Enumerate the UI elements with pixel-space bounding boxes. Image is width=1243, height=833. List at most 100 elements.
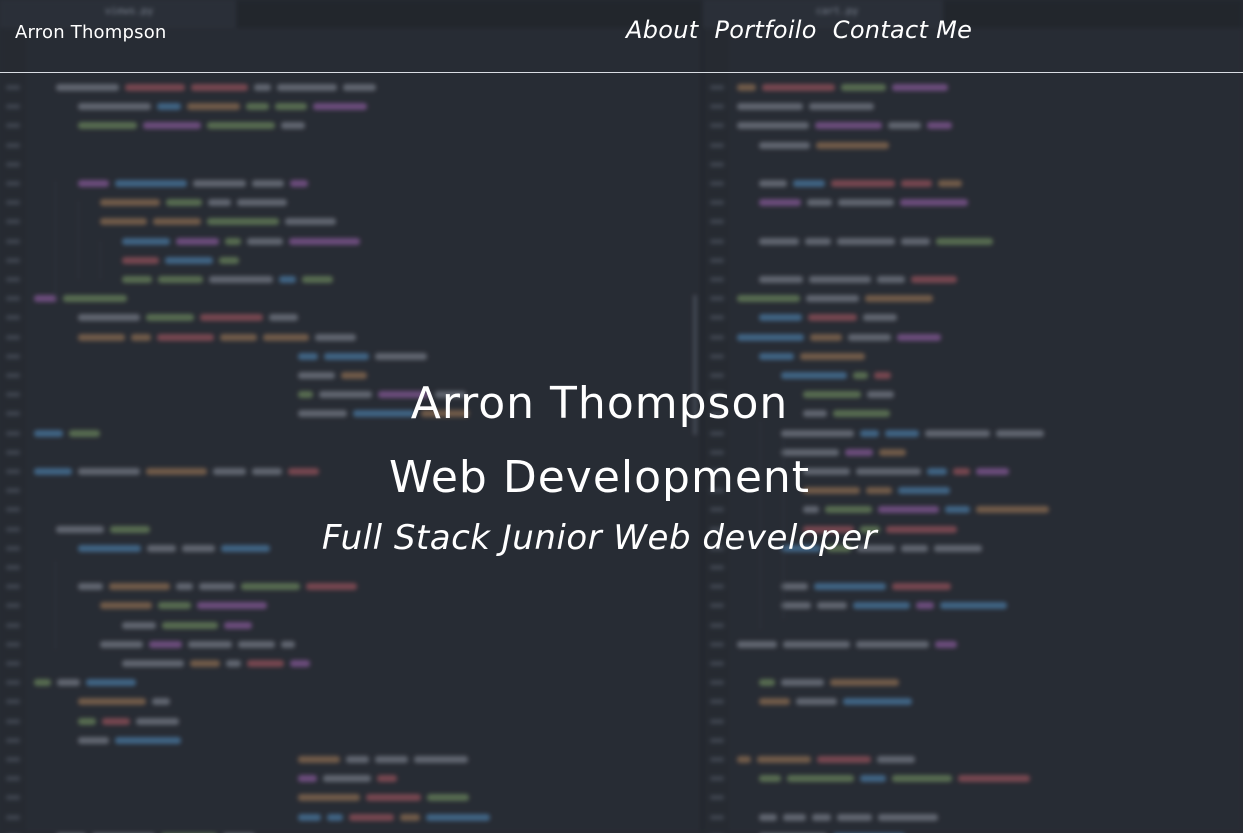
code-token	[787, 775, 854, 783]
code-token	[197, 602, 267, 610]
line-number	[710, 238, 724, 244]
code-token	[200, 314, 263, 322]
code-token	[122, 621, 156, 629]
code-token	[737, 333, 804, 341]
code-token	[56, 84, 119, 91]
code-token	[935, 640, 957, 648]
code-token	[863, 314, 897, 322]
line-number	[710, 257, 724, 263]
code-token	[916, 602, 934, 610]
code-token	[78, 333, 125, 341]
code-token	[877, 276, 905, 283]
code-token	[762, 84, 835, 91]
code-token	[809, 103, 874, 111]
code-token	[131, 333, 151, 341]
code-token	[427, 794, 469, 802]
line-number	[6, 776, 20, 782]
code-token	[122, 237, 170, 245]
line-number	[6, 718, 20, 724]
code-token	[830, 679, 899, 687]
code-token	[996, 429, 1044, 437]
code-token	[816, 141, 889, 149]
code-token	[805, 237, 831, 245]
code-token	[809, 276, 871, 283]
line-number	[6, 181, 20, 186]
code-token	[158, 602, 191, 610]
code-token	[279, 276, 296, 283]
code-token	[400, 813, 420, 821]
code-token	[102, 717, 130, 725]
code-token	[188, 640, 232, 648]
code-token	[343, 84, 376, 91]
code-token	[759, 813, 777, 821]
code-token	[759, 352, 794, 360]
code-token	[848, 333, 891, 341]
code-token	[224, 621, 252, 629]
line-number	[6, 219, 20, 225]
line-number	[710, 219, 724, 225]
code-token	[78, 180, 109, 187]
code-token	[122, 276, 152, 283]
line-number	[6, 142, 20, 148]
code-token	[225, 237, 241, 245]
code-token	[976, 506, 1049, 514]
code-token	[781, 583, 808, 591]
code-token	[247, 237, 283, 245]
code-token	[298, 794, 360, 802]
code-token	[315, 333, 356, 341]
line-number	[6, 795, 20, 801]
indent-guide	[55, 560, 56, 650]
code-token	[936, 237, 993, 245]
code-token	[759, 180, 787, 187]
code-token	[877, 756, 915, 763]
code-token	[837, 813, 872, 821]
code-token	[783, 813, 806, 821]
code-token	[78, 122, 137, 130]
code-token	[892, 84, 948, 91]
line-number	[6, 257, 20, 263]
code-token	[78, 736, 109, 744]
code-token	[837, 237, 895, 245]
code-token	[793, 180, 825, 187]
code-token	[63, 295, 127, 303]
code-token	[375, 756, 408, 763]
code-token	[281, 122, 305, 130]
code-token	[263, 333, 309, 341]
code-token	[153, 218, 201, 226]
indent-guide	[78, 200, 79, 280]
code-token	[759, 314, 802, 322]
code-token	[275, 103, 307, 111]
code-token	[298, 813, 321, 821]
code-token	[737, 756, 751, 763]
code-token	[759, 276, 803, 283]
code-token	[247, 660, 284, 667]
nav-link-about[interactable]: About	[626, 16, 698, 44]
code-token	[841, 84, 886, 91]
line-number	[710, 200, 724, 206]
code-token	[220, 333, 257, 341]
nav-link-contact[interactable]: Contact Me	[833, 16, 972, 44]
line-number	[6, 641, 20, 647]
code-token	[146, 314, 194, 322]
nav-link-portfolio[interactable]: Portfoilo	[714, 16, 816, 44]
code-token	[426, 813, 490, 821]
code-token	[193, 180, 246, 187]
code-token	[938, 180, 962, 187]
code-token	[860, 429, 879, 437]
code-token	[885, 429, 919, 437]
brand-name[interactable]: Arron Thompson	[15, 22, 167, 43]
line-number	[710, 795, 724, 801]
line-number	[710, 507, 724, 513]
code-token	[757, 756, 811, 763]
line-number	[710, 104, 724, 110]
line-number	[710, 699, 724, 705]
code-token	[254, 84, 271, 91]
code-token	[281, 640, 295, 648]
code-token	[34, 295, 57, 303]
code-token	[843, 698, 912, 706]
line-number	[710, 161, 724, 167]
code-token	[78, 103, 151, 111]
code-token	[759, 698, 790, 706]
code-token	[808, 314, 857, 322]
line-number	[6, 737, 20, 743]
